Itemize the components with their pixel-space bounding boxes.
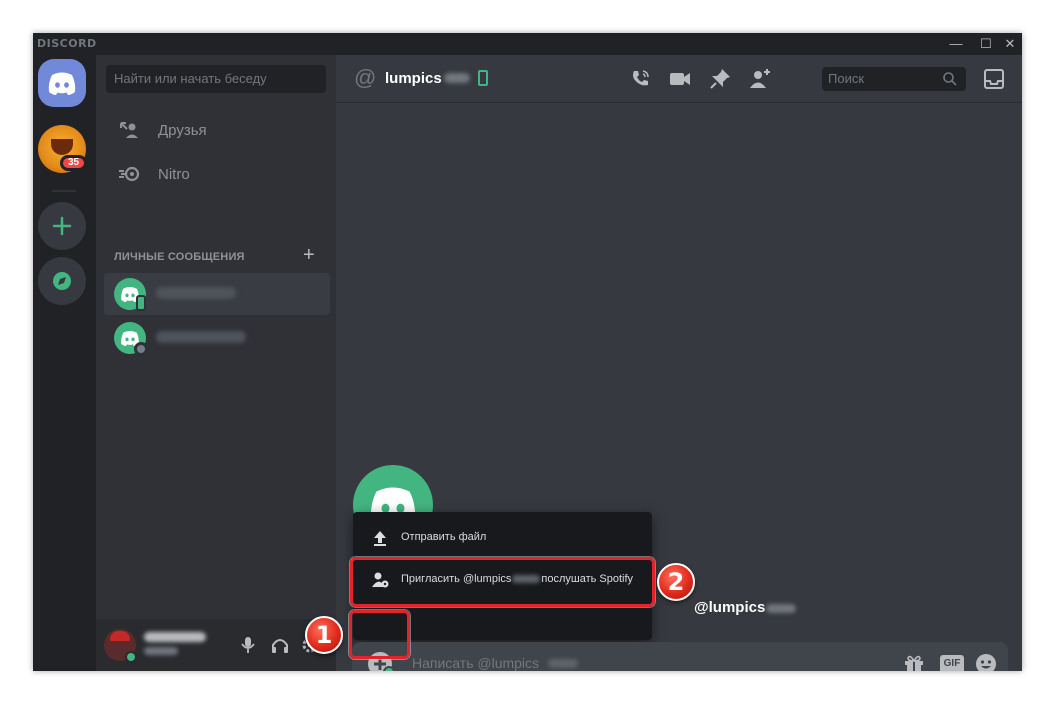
nav-item-label: Nitro bbox=[158, 166, 190, 183]
microphone-icon[interactable] bbox=[238, 635, 258, 655]
server-rail: 35 bbox=[33, 55, 96, 671]
inbox-icon[interactable] bbox=[982, 67, 1006, 91]
dm-sidebar: Найти или начать беседу Друзья Nitro ЛИЧ… bbox=[96, 55, 336, 671]
step-1-badge: 1 bbox=[305, 616, 343, 654]
mention-badge: 35 bbox=[60, 155, 88, 171]
at-icon: @ bbox=[354, 65, 377, 90]
minimize-button[interactable]: — bbox=[941, 34, 971, 54]
nav-item-friends[interactable]: Друзья bbox=[104, 109, 328, 151]
gif-button[interactable]: GIF bbox=[940, 655, 964, 671]
activity-badge-icon bbox=[383, 666, 395, 671]
pin-icon[interactable] bbox=[708, 67, 732, 91]
mobile-status-icon bbox=[136, 295, 146, 311]
user-avatar-cap bbox=[110, 631, 130, 641]
message-input[interactable]: Написать @lumpics bbox=[412, 655, 539, 671]
plus-icon bbox=[52, 216, 72, 236]
user-panel bbox=[96, 619, 336, 671]
mobile-device-icon bbox=[478, 70, 488, 86]
blurred-username-suffix bbox=[766, 604, 796, 613]
voice-call-icon[interactable] bbox=[628, 67, 652, 91]
message-composer: Написать @lumpics GIF bbox=[352, 642, 1008, 671]
blurred-username bbox=[156, 331, 246, 343]
add-friend-icon[interactable] bbox=[748, 67, 772, 91]
friends-icon bbox=[120, 122, 138, 138]
add-server-button[interactable] bbox=[38, 202, 86, 250]
home-button[interactable] bbox=[38, 59, 86, 107]
explore-servers-button[interactable] bbox=[38, 257, 86, 305]
send-file-menu-item[interactable]: Отправить файл bbox=[361, 520, 644, 556]
blurred-user-tag bbox=[144, 647, 178, 655]
channel-name: lumpics bbox=[385, 70, 442, 87]
gift-icon[interactable] bbox=[902, 652, 926, 671]
discord-logo-icon bbox=[48, 72, 76, 95]
recipient-name: @lumpics bbox=[694, 599, 766, 616]
search-icon bbox=[943, 72, 957, 86]
create-dm-button[interactable]: + bbox=[303, 244, 315, 267]
dm-list-item[interactable] bbox=[104, 273, 330, 315]
blurred-username bbox=[156, 287, 236, 299]
highlight-invite-spotify bbox=[350, 557, 655, 607]
nav-item-label: Друзья bbox=[158, 122, 207, 139]
close-button[interactable]: ✕ bbox=[995, 34, 1022, 54]
headphones-icon[interactable] bbox=[270, 635, 290, 655]
rail-separator bbox=[52, 190, 76, 192]
send-file-label: Отправить файл bbox=[401, 531, 487, 543]
highlight-plus-button bbox=[349, 610, 410, 659]
dm-list-item[interactable] bbox=[104, 317, 330, 359]
dm-section-header: ЛИЧНЫЕ СООБЩЕНИЯ bbox=[114, 251, 245, 263]
compass-icon bbox=[53, 272, 71, 290]
app-brand: DISCORD bbox=[37, 37, 97, 50]
blurred-username-suffix bbox=[444, 73, 470, 83]
blurred-username-suffix bbox=[548, 659, 578, 668]
chat-header: @ lumpics Поиск ? bbox=[336, 55, 1022, 103]
blurred-username bbox=[144, 632, 206, 642]
emoji-icon[interactable] bbox=[974, 652, 998, 671]
offline-status-icon bbox=[134, 342, 148, 356]
server-avatar-face bbox=[51, 139, 73, 155]
upload-icon bbox=[374, 531, 386, 546]
dm-search-input[interactable]: Найти или начать беседу bbox=[106, 65, 326, 93]
nav-item-nitro[interactable]: Nitro bbox=[104, 153, 328, 195]
video-call-icon[interactable] bbox=[668, 67, 692, 91]
step-2-badge: 2 bbox=[657, 563, 695, 601]
title-bar: DISCORD — ☐ ✕ bbox=[33, 33, 1022, 55]
online-status-icon bbox=[125, 651, 137, 663]
nitro-icon bbox=[119, 166, 140, 182]
